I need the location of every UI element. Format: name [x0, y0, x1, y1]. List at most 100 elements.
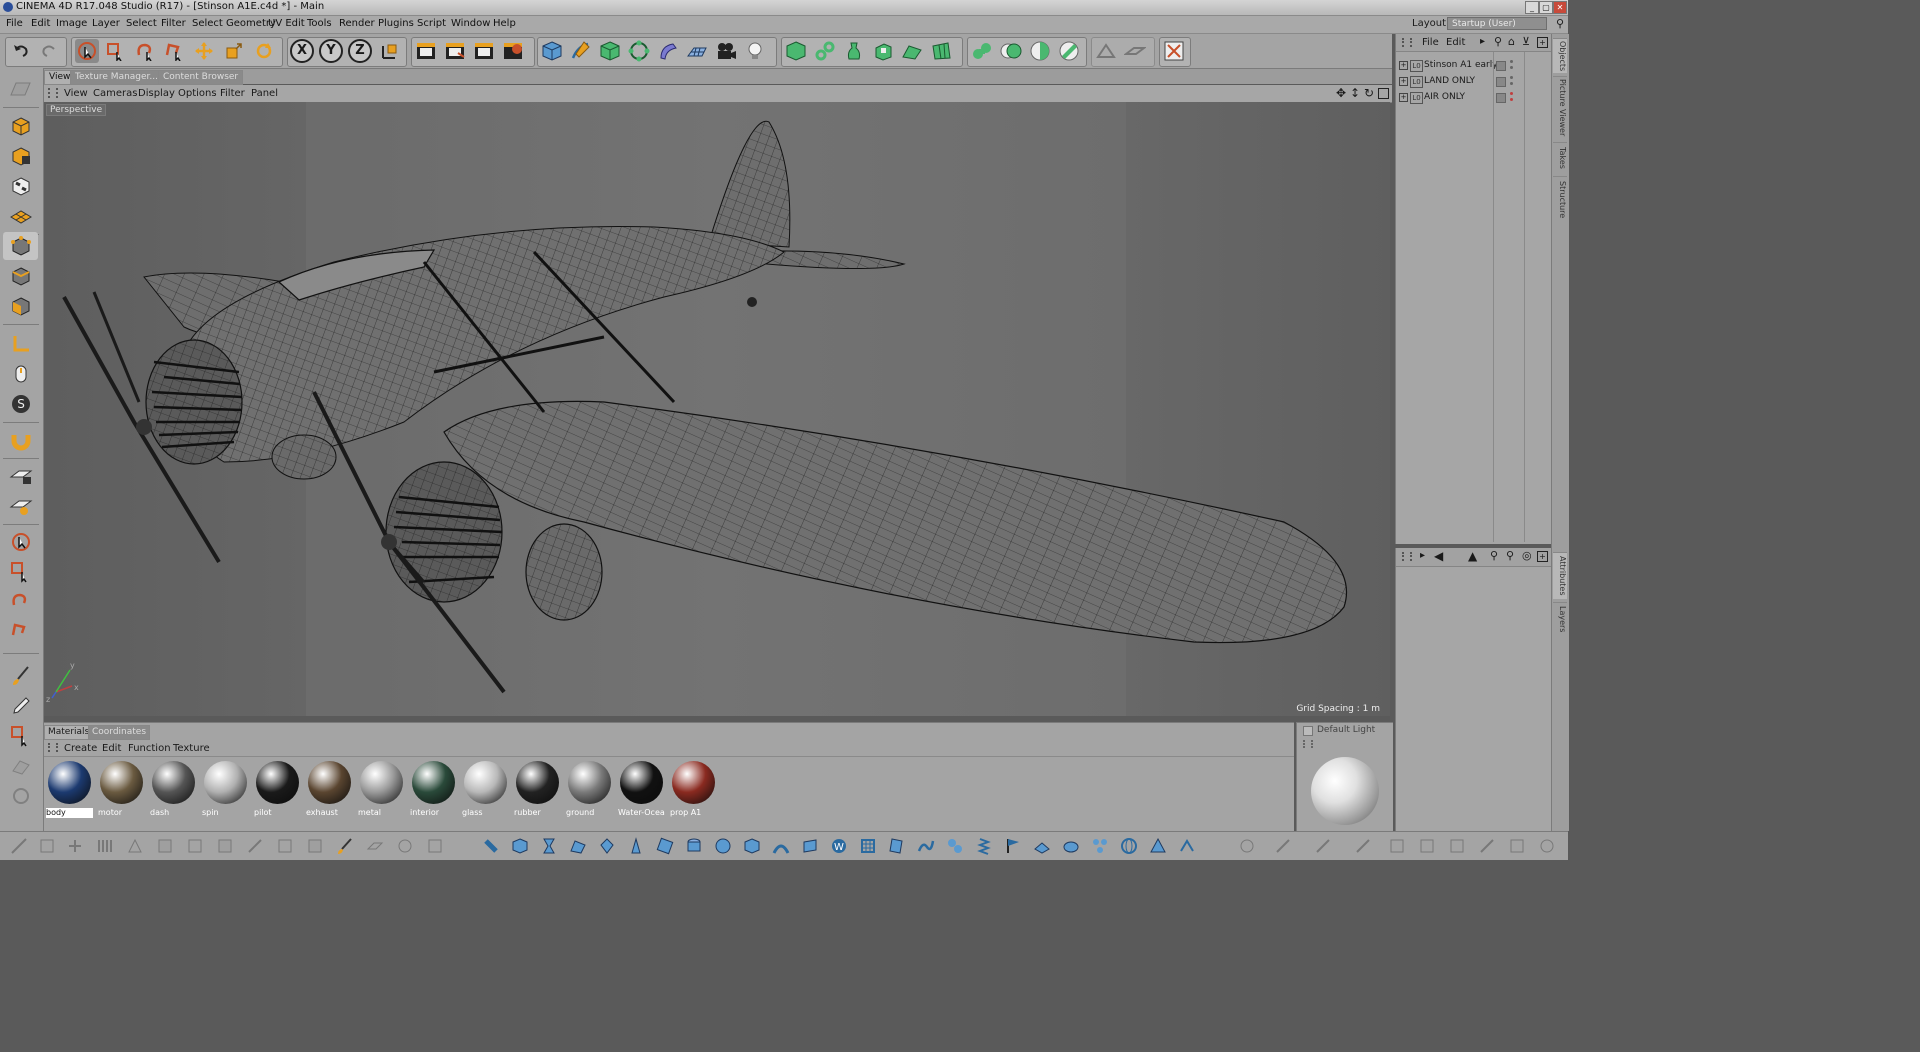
material-name[interactable]: spin: [202, 808, 249, 818]
lasso-selection-icon[interactable]: [133, 39, 157, 63]
object-row[interactable]: + L0 LAND ONLY: [1396, 74, 1552, 90]
new-panel-icon[interactable]: +: [1537, 37, 1548, 48]
viewport-menu-display[interactable]: Display: [138, 88, 175, 99]
timeline-tool-icon[interactable]: [154, 836, 176, 856]
timeline-tool-icon[interactable]: [274, 836, 296, 856]
z-axis-lock-button[interactable]: Z: [348, 39, 372, 63]
tab-picture-viewer[interactable]: Picture Viewer: [1553, 76, 1567, 139]
polygons-mode-icon[interactable]: [3, 292, 38, 320]
material-name[interactable]: glass: [462, 808, 509, 818]
bend-deformer-icon[interactable]: [656, 39, 680, 63]
material-swatch[interactable]: exhaust: [305, 758, 354, 818]
primitive-shatter-icon[interactable]: [799, 836, 821, 856]
material-swatch[interactable]: prop A1: [669, 758, 718, 818]
material-name[interactable]: prop A1: [670, 808, 717, 818]
target-icon[interactable]: ◎: [1522, 549, 1532, 562]
object-menu-edit[interactable]: Edit: [1446, 37, 1465, 48]
symmetry-icon[interactable]: [1028, 39, 1052, 63]
menu-help[interactable]: Help: [493, 18, 516, 29]
material-menu-edit[interactable]: Edit: [102, 743, 121, 754]
make-editable-icon[interactable]: [3, 74, 38, 102]
menu-tools[interactable]: Tools: [307, 18, 332, 29]
disabled-tool-icon[interactable]: [3, 752, 38, 780]
pen-spline-icon[interactable]: [569, 39, 593, 63]
eyedropper-icon[interactable]: [3, 692, 38, 720]
viewport-menu-cameras[interactable]: Cameras: [93, 88, 137, 99]
material-name[interactable]: motor: [98, 808, 145, 818]
menu-render[interactable]: Render: [339, 18, 375, 29]
menu-filter[interactable]: Filter: [161, 18, 186, 29]
search-icon[interactable]: ⚲: [1490, 549, 1498, 562]
primitive-ffd-icon[interactable]: [857, 836, 879, 856]
material-name[interactable]: dash: [150, 808, 197, 818]
primitive-taper-icon[interactable]: [567, 836, 589, 856]
menu-image[interactable]: Image: [56, 18, 87, 29]
timeline-tool-icon[interactable]: [364, 836, 386, 856]
disabled-tool-icon[interactable]: [3, 782, 38, 810]
visibility-editor-icon[interactable]: [1510, 92, 1513, 95]
menu-file[interactable]: File: [6, 18, 23, 29]
lock-icon[interactable]: ⚲: [1506, 549, 1514, 562]
expand-icon[interactable]: +: [1399, 77, 1408, 86]
lock-workplane-icon[interactable]: [3, 462, 38, 490]
preview-sphere[interactable]: [1311, 757, 1379, 825]
menu-layer[interactable]: Layer: [92, 18, 120, 29]
primitive-wrap-icon[interactable]: W: [828, 836, 850, 856]
primitive-wind-icon[interactable]: [654, 836, 676, 856]
connect-icon[interactable]: [813, 39, 837, 63]
move-icon[interactable]: [192, 39, 216, 63]
y-axis-lock-button[interactable]: Y: [319, 39, 343, 63]
timeline-tool-icon[interactable]: [244, 836, 266, 856]
hide-icon[interactable]: ⊻: [1522, 35, 1530, 48]
material-swatch[interactable]: rubber: [513, 758, 562, 818]
camera-icon[interactable]: [714, 39, 738, 63]
material-menu-function[interactable]: Function: [128, 743, 171, 754]
maximize-button[interactable]: ▢: [1539, 1, 1553, 14]
up-arrow-icon[interactable]: ▲: [1468, 549, 1477, 563]
close-button[interactable]: ✕: [1553, 1, 1567, 14]
primitive-melt-icon[interactable]: [770, 836, 792, 856]
tab-layers[interactable]: Layers: [1553, 602, 1567, 635]
boole-icon[interactable]: [999, 39, 1023, 63]
object-row[interactable]: + L0 AIR ONLY: [1396, 90, 1552, 106]
drag-handle-icon[interactable]: [1402, 38, 1412, 47]
primitive-shear-icon[interactable]: [596, 836, 618, 856]
primitive-explode-icon[interactable]: [741, 836, 763, 856]
lasso-selection-left-icon[interactable]: [3, 588, 38, 616]
polygon-object-icon[interactable]: [784, 39, 808, 63]
primitive-spring-icon[interactable]: [973, 836, 995, 856]
material-name[interactable]: Water-Ocean: [618, 808, 665, 818]
render-view-icon[interactable]: [414, 39, 438, 63]
material-swatch[interactable]: pilot: [253, 758, 302, 818]
material-name[interactable]: pilot: [254, 808, 301, 818]
default-light-checkbox[interactable]: [1303, 726, 1313, 736]
floor-scene-icon[interactable]: [685, 39, 709, 63]
menu-select-geometry[interactable]: Select Geometry: [192, 18, 276, 29]
primitive-bulge-icon[interactable]: [625, 836, 647, 856]
primitive-plane-icon[interactable]: [1031, 836, 1053, 856]
timeline-tool-icon[interactable]: [36, 836, 58, 856]
primitive-collision-icon[interactable]: [944, 836, 966, 856]
menu-select[interactable]: Select: [126, 18, 157, 29]
timeline-tool-icon[interactable]: [8, 836, 30, 856]
3d-viewport[interactable]: y x z Perspective Grid Spacing : 1 m: [44, 102, 1390, 716]
timeline-tool-icon[interactable]: [394, 836, 416, 856]
timeline-tool-icon[interactable]: [214, 836, 236, 856]
snap-icon[interactable]: [1094, 39, 1118, 63]
material-name[interactable]: interior: [410, 808, 457, 818]
atom-array-icon[interactable]: [1057, 39, 1081, 63]
mograph-tool-icon[interactable]: [1236, 836, 1258, 856]
extrude-icon[interactable]: [871, 39, 895, 63]
object-menu-file[interactable]: File: [1422, 37, 1439, 48]
mograph-tool-icon[interactable]: [1476, 836, 1498, 856]
material-swatch[interactable]: metal: [357, 758, 406, 818]
viewport-menu-panel[interactable]: Panel: [251, 88, 278, 99]
primitive-flag-icon[interactable]: [1002, 836, 1024, 856]
material-name[interactable]: exhaust: [306, 808, 353, 818]
material-name[interactable]: metal: [358, 808, 405, 818]
object-name[interactable]: Stinson A1 early: [1424, 60, 1498, 70]
scale-icon[interactable]: [222, 39, 246, 63]
workplane-icon[interactable]: [1123, 39, 1147, 63]
search-icon[interactable]: ⚲: [1494, 35, 1502, 48]
material-swatch[interactable]: glass: [461, 758, 510, 818]
